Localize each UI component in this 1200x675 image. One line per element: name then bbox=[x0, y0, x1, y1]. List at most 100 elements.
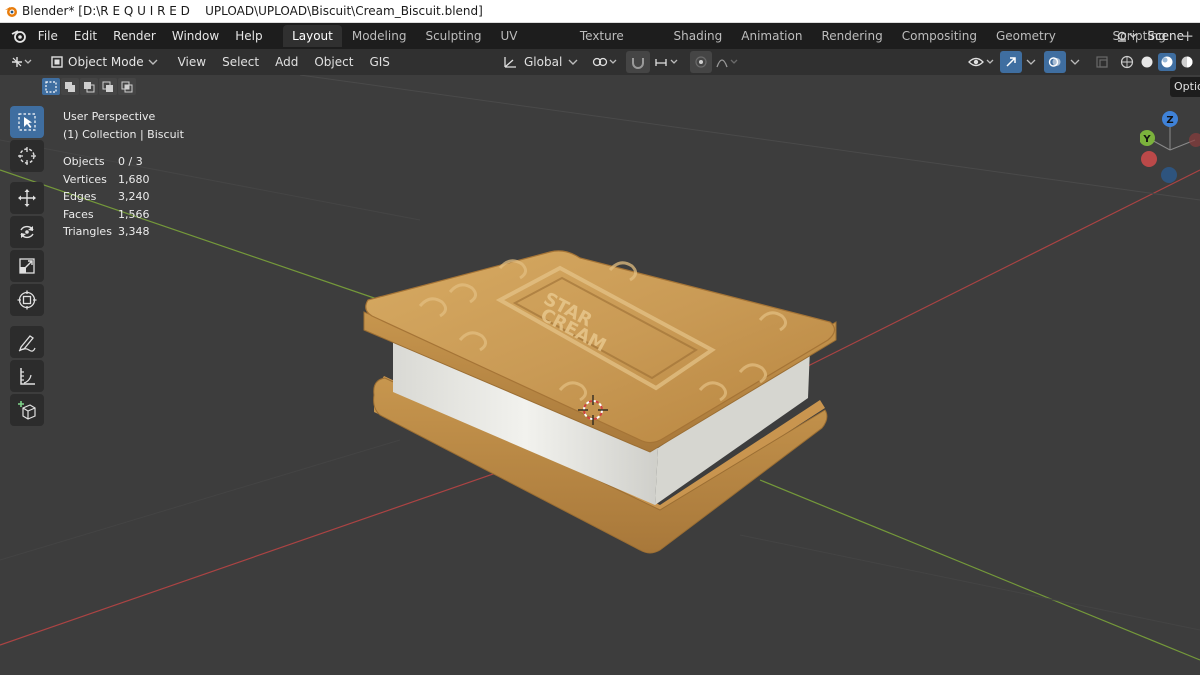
menu-edit[interactable]: Edit bbox=[66, 23, 105, 49]
tab-rendering[interactable]: Rendering bbox=[812, 25, 892, 47]
overlays-icon bbox=[1048, 57, 1061, 67]
measure-ruler-icon bbox=[20, 368, 35, 385]
pivot-icon bbox=[593, 57, 617, 67]
stat-label: Objects bbox=[63, 155, 105, 168]
chevron-down-icon bbox=[148, 59, 158, 65]
tab-modeling[interactable]: Modeling bbox=[342, 25, 416, 47]
orientation-icon bbox=[504, 57, 516, 68]
falloff-dropdown[interactable] bbox=[712, 51, 748, 73]
select-extend-icon[interactable] bbox=[61, 78, 79, 95]
proportional-edit-toggle[interactable] bbox=[690, 51, 713, 73]
selection-mode-buttons bbox=[42, 78, 136, 96]
tab-sculpting[interactable]: Sculpting bbox=[416, 25, 491, 47]
grid-line bbox=[779, 169, 1200, 381]
stat-row: Edges 3,240 bbox=[63, 188, 184, 206]
viewport-info-overlay: User Perspective (1) Collection | Biscui… bbox=[63, 108, 184, 241]
xray-toggle[interactable] bbox=[1092, 51, 1112, 73]
move-icon bbox=[18, 189, 36, 207]
gizmo-toggle[interactable] bbox=[1000, 51, 1022, 73]
menu-view[interactable]: View bbox=[170, 49, 214, 75]
tool-shelf bbox=[9, 106, 45, 428]
stat-label: Triangles bbox=[63, 225, 112, 238]
menu-gis[interactable]: GIS bbox=[361, 49, 397, 75]
stat-value: 3,348 bbox=[118, 225, 150, 238]
biscuit-model[interactable]: STAR CREAM bbox=[363, 250, 837, 554]
annotate-tool[interactable] bbox=[10, 326, 44, 358]
tab-shading[interactable]: Shading bbox=[664, 25, 732, 47]
overlays-toggle[interactable] bbox=[1044, 51, 1066, 73]
editor-type-button[interactable] bbox=[0, 49, 38, 75]
gizmo-y-label: Y bbox=[1142, 134, 1151, 145]
transform-icon bbox=[17, 290, 37, 310]
grid-line bbox=[299, 75, 1200, 201]
select-subtract-icon[interactable] bbox=[80, 78, 98, 95]
tab-animation[interactable]: Animation bbox=[732, 25, 812, 47]
mode-label: Object Mode bbox=[68, 55, 144, 69]
menu-select[interactable]: Select bbox=[214, 49, 267, 75]
gizmo-dropdown[interactable] bbox=[1022, 51, 1040, 73]
pivot-point-dropdown[interactable] bbox=[588, 51, 624, 73]
proportional-edit-icon bbox=[695, 56, 707, 68]
scene-selector[interactable]: Scene bbox=[1113, 23, 1200, 49]
mode-dropdown[interactable]: Object Mode bbox=[44, 51, 164, 73]
select-intersect-icon[interactable] bbox=[118, 78, 136, 95]
menu-add[interactable]: Add bbox=[267, 49, 306, 75]
menu-help[interactable]: Help bbox=[227, 23, 270, 49]
overlays-dropdown[interactable] bbox=[1066, 51, 1084, 73]
view-name: User Perspective bbox=[63, 110, 156, 123]
tab-compositing[interactable]: Compositing bbox=[892, 25, 986, 47]
solid-shading-icon[interactable] bbox=[1138, 53, 1156, 71]
menu-file[interactable]: File bbox=[30, 23, 66, 49]
stat-row: Objects 0 / 3 bbox=[63, 153, 184, 171]
scale-tool[interactable] bbox=[10, 250, 44, 282]
select-box-tool[interactable] bbox=[10, 106, 44, 138]
scene-icon bbox=[1113, 26, 1141, 46]
grid-line bbox=[0, 169, 381, 301]
options-tab[interactable]: Options bbox=[1170, 77, 1200, 97]
material-preview-icon[interactable] bbox=[1158, 53, 1176, 71]
tab-texture-paint[interactable]: Texture Paint bbox=[570, 25, 664, 65]
stat-row: Vertices 1,680 bbox=[63, 171, 184, 189]
overlay-spacer bbox=[63, 143, 184, 153]
transform-orientation-dropdown[interactable]: Global bbox=[498, 51, 582, 73]
falloff-curve-icon bbox=[716, 59, 738, 68]
stat-value: 1,566 bbox=[118, 207, 150, 221]
magnet-icon bbox=[632, 58, 645, 69]
stat-value: 3,240 bbox=[118, 190, 150, 203]
stat-row: Triangles 3,348 bbox=[63, 223, 184, 241]
tab-geometry-nodes[interactable]: Geometry Nodes bbox=[986, 25, 1103, 65]
move-tool[interactable] bbox=[10, 182, 44, 214]
chevron-down-icon bbox=[568, 59, 578, 65]
snap-toggle[interactable] bbox=[626, 51, 651, 73]
add-cube-tool[interactable] bbox=[10, 394, 44, 426]
select-invert-icon[interactable] bbox=[99, 78, 117, 95]
axis-gizmo-icon: Z Y bbox=[1139, 111, 1200, 183]
shading-modes bbox=[1112, 51, 1200, 73]
snap-target-dropdown[interactable] bbox=[650, 51, 686, 73]
grid-line bbox=[0, 439, 401, 561]
window-title: Blender* [D:\R E Q U I R E D UPLOAD\UPLO… bbox=[22, 4, 483, 18]
measure-tool[interactable] bbox=[10, 360, 44, 392]
cursor-tool[interactable] bbox=[10, 140, 44, 172]
menu-render[interactable]: Render bbox=[105, 23, 164, 49]
navigation-gizmo[interactable]: Z Y bbox=[1139, 105, 1200, 190]
rendered-shading-icon[interactable] bbox=[1178, 53, 1196, 71]
wireframe-shading-icon[interactable] bbox=[1118, 53, 1136, 71]
tab-uv-editing[interactable]: UV Editing bbox=[491, 25, 570, 65]
grid-line bbox=[739, 534, 1200, 631]
menu-object[interactable]: Object bbox=[306, 49, 361, 75]
stat-value: 0 / 3 bbox=[118, 155, 143, 168]
viewport-display-tools bbox=[964, 49, 1200, 75]
stat-label: Faces bbox=[63, 207, 94, 221]
rotate-tool[interactable] bbox=[10, 216, 44, 248]
visibility-dropdown[interactable] bbox=[964, 51, 1000, 73]
tab-layout[interactable]: Layout bbox=[282, 25, 343, 47]
blender-menu-icon[interactable] bbox=[8, 23, 30, 49]
stat-label: Edges bbox=[63, 190, 97, 203]
object-mode-icon bbox=[51, 56, 63, 68]
orientation-label: Global bbox=[524, 55, 563, 69]
menu-window[interactable]: Window bbox=[164, 23, 227, 49]
gizmo-arrow-icon bbox=[1006, 57, 1016, 67]
transform-tool[interactable] bbox=[10, 284, 44, 316]
select-new-icon[interactable] bbox=[42, 78, 60, 95]
